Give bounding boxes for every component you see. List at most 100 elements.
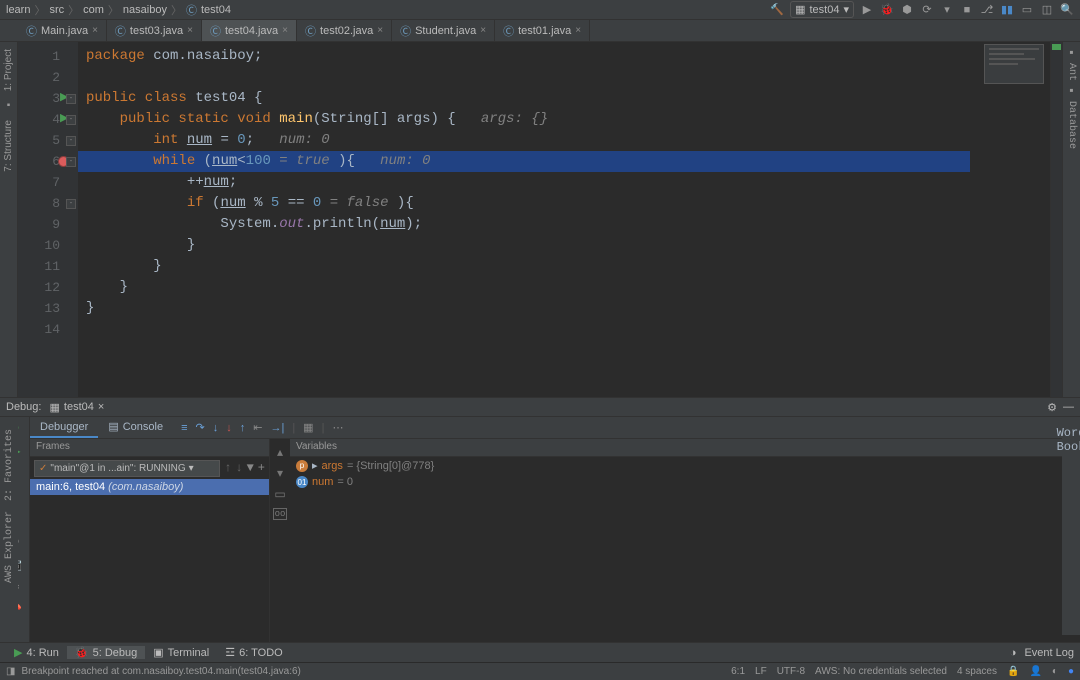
gutter-row[interactable]: 14 — [18, 319, 78, 340]
console-tab[interactable]: ▤ Console — [98, 417, 173, 438]
code-line[interactable]: } — [86, 298, 1050, 319]
minimap[interactable] — [984, 44, 1044, 84]
database-tool-button[interactable]: Database — [1066, 98, 1077, 152]
gutter-row[interactable]: 7 — [18, 172, 78, 193]
editor-tab[interactable]: ⒸStudent.java× — [392, 20, 495, 41]
window-icon[interactable]: ◫ — [1040, 3, 1054, 17]
up-icon[interactable]: ▴ — [277, 445, 283, 460]
inspector-icon[interactable]: 👤 — [1029, 666, 1041, 677]
breadcrumb-root[interactable]: learn — [6, 4, 30, 16]
copy-icon[interactable]: ▭ — [274, 487, 285, 502]
down-icon[interactable]: ▾ — [277, 466, 283, 481]
gear-icon[interactable]: ⚙ — [1047, 401, 1057, 414]
drop-frame-icon[interactable]: ⇤ — [253, 421, 262, 434]
todo-tool-button[interactable]: ☲ 6: TODO — [217, 646, 290, 659]
watch-icon[interactable]: oo — [273, 508, 288, 520]
debug-tool-button[interactable]: 🐞 5: Debug — [67, 646, 145, 659]
code-line[interactable]: } — [86, 235, 1050, 256]
code-line[interactable] — [86, 319, 1050, 340]
code-line[interactable]: System.out.println(num); — [86, 214, 1050, 235]
project-tool-button[interactable]: 1: Project — [3, 46, 14, 94]
coverage-icon[interactable]: ⬢ — [900, 3, 914, 17]
evaluate-icon[interactable]: ▦ — [303, 421, 313, 434]
gutter-row[interactable]: 11 — [18, 256, 78, 277]
step-over-icon[interactable]: ↷ — [196, 421, 205, 434]
run-tool-button[interactable]: ▶ 4: Run — [6, 646, 67, 659]
force-step-into-icon[interactable]: ↓ — [226, 422, 232, 434]
gutter-row[interactable]: 6- — [18, 151, 78, 172]
gutter-row[interactable]: 10 — [18, 235, 78, 256]
code-line[interactable]: int num = 0; num: 0 — [86, 130, 1050, 151]
stack-frame-row[interactable]: main:6, test04 (com.nasaiboy) — [30, 479, 269, 495]
thread-selector[interactable]: ✓ "main"@1 in ...ain": RUNNING ▾ — [34, 460, 220, 477]
code-line[interactable]: } — [86, 277, 1050, 298]
filter-icon[interactable]: ▼ — [247, 461, 254, 475]
gutter-row[interactable]: 8- — [18, 193, 78, 214]
notifications-icon[interactable]: ◐ — [1052, 666, 1058, 677]
step-into-icon[interactable]: ↓ — [213, 422, 219, 434]
indent-status[interactable]: 4 spaces — [957, 666, 997, 677]
encoding[interactable]: UTF-8 — [777, 666, 805, 677]
profile-icon[interactable]: ⟳ — [920, 3, 934, 17]
close-icon[interactable]: × — [187, 25, 193, 36]
stop-icon[interactable]: ■ — [960, 3, 974, 17]
code-line[interactable]: package com.nasaiboy; — [86, 46, 1050, 67]
close-icon[interactable]: × — [282, 25, 288, 36]
minimize-icon[interactable]: — — [1063, 401, 1074, 414]
run-to-cursor-icon[interactable]: →| — [270, 422, 284, 434]
editor[interactable]: 123▶-4▶-5-6-78-91011121314 package com.n… — [18, 42, 1062, 397]
breadcrumb-dir[interactable]: com — [83, 4, 104, 16]
editor-tab[interactable]: Ⓒtest03.java× — [107, 20, 202, 41]
fold-icon[interactable]: - — [66, 136, 76, 146]
git-icon[interactable]: ⎇ — [980, 3, 994, 17]
breadcrumb-file[interactable]: test04 — [201, 4, 231, 16]
fold-icon[interactable]: - — [66, 115, 76, 125]
aws-toolkit-icon[interactable]: ▮▮ — [1000, 3, 1014, 17]
gutter-row[interactable]: 5- — [18, 130, 78, 151]
next-frame-icon[interactable]: ↓ — [235, 461, 242, 475]
wordbook-tool-button[interactable]: Word Book — [1057, 426, 1080, 454]
gutter-row[interactable]: 12 — [18, 277, 78, 298]
more-icon[interactable]: ⋯ — [332, 421, 343, 434]
editor-tab[interactable]: Ⓒtest04.java× — [202, 20, 297, 41]
add-icon[interactable]: + — [258, 461, 265, 475]
attach-icon[interactable]: ▾ — [940, 3, 954, 17]
prev-frame-icon[interactable]: ↑ — [224, 461, 231, 475]
code-line[interactable] — [86, 67, 1050, 88]
fold-icon[interactable]: - — [66, 199, 76, 209]
close-icon[interactable]: × — [98, 401, 104, 413]
line-separator[interactable]: LF — [755, 666, 767, 677]
code-line[interactable]: if (num % 5 == 0 = false ){ — [86, 193, 1050, 214]
fold-icon[interactable]: - — [66, 157, 76, 167]
fold-icon[interactable]: - — [66, 94, 76, 104]
event-log-button[interactable]: Event Log — [1024, 647, 1074, 659]
build-icon[interactable]: 🔨 — [770, 3, 784, 17]
code-line[interactable]: while (num<100 = true ){ num: 0 — [78, 151, 970, 172]
gutter-row[interactable]: 9 — [18, 214, 78, 235]
editor-tab[interactable]: Ⓒtest02.java× — [297, 20, 392, 41]
editor-tab[interactable]: ⒸMain.java× — [18, 20, 107, 41]
debug-session-tab[interactable]: ▦ test04 × — [41, 401, 112, 414]
debug-icon[interactable]: 🐞 — [880, 3, 894, 17]
code-line[interactable]: ++num; — [86, 172, 1050, 193]
breadcrumb[interactable]: learn 〉 src 〉 com 〉 nasaiboy 〉 Ⓒ test04 — [6, 2, 231, 18]
cursor-position[interactable]: 6:1 — [731, 666, 745, 677]
run-config-select[interactable]: ▦ test04 ▾ — [790, 1, 854, 18]
aws-explorer-tool-button[interactable]: AWS Explorer — [4, 508, 15, 586]
gutter-row[interactable]: 4▶- — [18, 109, 78, 130]
code-line[interactable]: public static void main(String[] args) {… — [86, 109, 1050, 130]
close-icon[interactable]: × — [480, 25, 486, 36]
favorites-tool-button[interactable]: 2: Favorites — [4, 426, 15, 504]
threads-icon[interactable]: ≡ — [181, 422, 187, 434]
step-out-icon[interactable]: ↑ — [240, 422, 246, 434]
gutter-row[interactable]: 2 — [18, 67, 78, 88]
code-area[interactable]: package com.nasaiboy;public class test04… — [78, 42, 1050, 397]
variable-row[interactable]: p ▸ args = {String[0]@778} — [290, 457, 1080, 474]
code-line[interactable]: } — [86, 256, 1050, 277]
layout-icon[interactable]: ▭ — [1020, 3, 1034, 17]
lock-icon[interactable]: 🔒 — [1007, 666, 1019, 677]
close-icon[interactable]: × — [92, 25, 98, 36]
ant-tool-button[interactable]: Ant — [1066, 60, 1077, 84]
structure-tool-button[interactable]: 7: Structure — [3, 117, 14, 175]
gutter-row[interactable]: 3▶- — [18, 88, 78, 109]
